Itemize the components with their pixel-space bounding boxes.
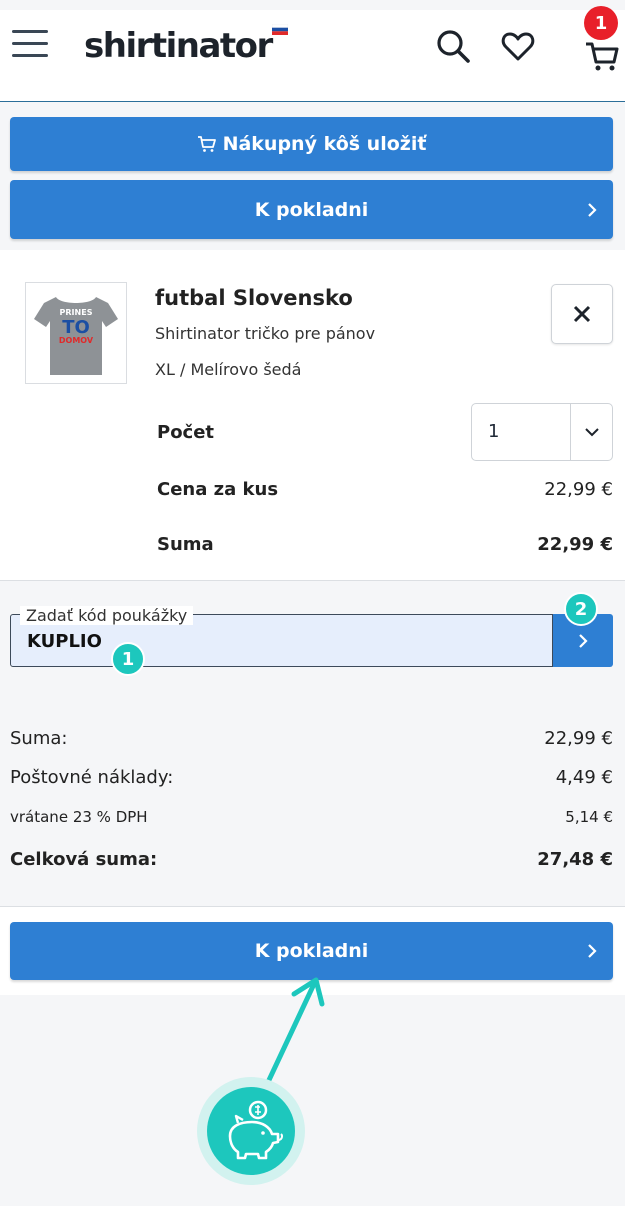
item-sum-label: Suma [157,534,214,555]
svg-text:TO: TO [62,317,90,338]
slovak-flag-icon [271,24,288,35]
save-cart-label: Nákupný kôš uložiť [222,133,427,155]
chevron-right-icon [588,202,597,217]
logo-text: shirtinator [84,26,273,66]
voucher-label: Zadať kód poukážky [20,606,194,625]
search-icon[interactable] [435,28,471,64]
tshirt-image: PRINES TO DOMOV [34,297,118,375]
total-label: Celková suma: [10,849,158,870]
subtotal-label: Suma: [10,728,68,749]
logo[interactable]: shirtinator [84,24,288,66]
voucher-value: KUPLIO [27,631,102,652]
subtotal-value: 22,99 € [544,728,613,749]
quantity-value: 1 [488,421,500,442]
svg-text:DOMOV: DOMOV [59,336,94,345]
unit-price-label: Cena za kus [157,479,279,500]
product-title[interactable]: futbal Slovensko [155,286,353,310]
save-cart-button[interactable]: Nákupný kôš uložiť [10,117,613,171]
step-marker-1: 1 [111,642,145,676]
piggy-bank-icon [207,1087,295,1175]
cart-icon [197,136,216,152]
svg-text:PRINES: PRINES [60,308,93,317]
cart-count-badge: 1 [584,6,618,40]
checkout-label: K pokladni [254,198,369,221]
shipping-label: Poštovné náklady: [10,767,174,788]
remove-item-button[interactable] [551,284,613,344]
quantity-select[interactable]: 1 [471,403,613,461]
chevron-right-icon [579,633,588,648]
product-subtitle: Shirtinator tričko pre pánov [155,324,376,343]
chevron-down-icon [585,428,599,437]
shipping-value: 4,49 € [555,767,613,788]
menu-icon[interactable] [12,30,48,66]
checkout-label: K pokladni [254,940,369,962]
close-icon [573,305,591,323]
site-header: shirtinator 1 [0,6,625,102]
item-sum-value: 22,99 € [537,534,613,555]
step-marker-2: 2 [564,592,598,626]
cart-item: PRINES TO DOMOV futbal Slovensko Shirtin… [0,250,625,581]
vat-value: 5,14 € [565,808,613,826]
cart-icon[interactable] [584,38,620,74]
heart-icon[interactable] [500,28,536,64]
product-thumbnail[interactable]: PRINES TO DOMOV [25,282,127,384]
total-value: 27,48 € [537,849,613,870]
vat-label: vrátane 23 % DPH [10,808,148,826]
chevron-right-icon [588,944,597,958]
unit-price-value: 22,99 € [544,479,613,500]
product-variant: XL / Melírovo šedá [155,360,302,379]
quantity-label: Počet [157,422,215,443]
checkout-button-top[interactable]: K pokladni [10,180,613,239]
